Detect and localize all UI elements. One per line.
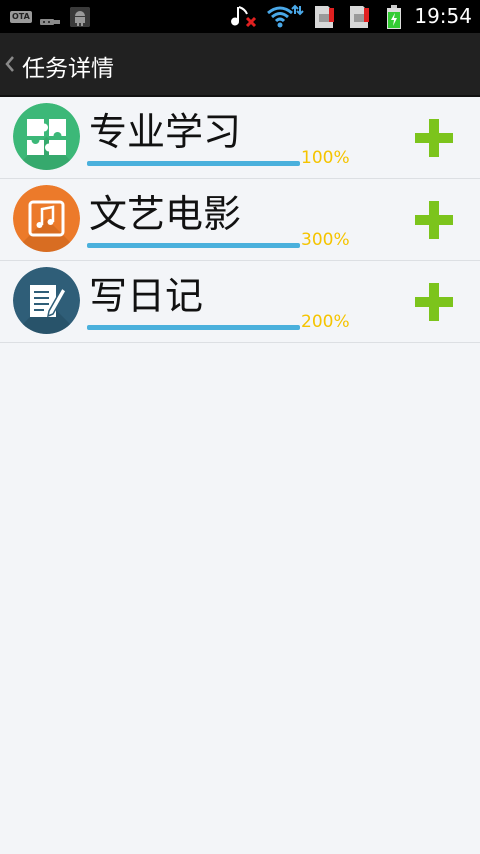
chevron-left-icon [4,55,16,77]
progress-bar [87,325,300,330]
back-button[interactable]: 任务详情 [0,33,130,97]
page-title: 任务详情 [22,56,114,82]
status-bar-left: OTA [10,7,90,27]
plus-icon[interactable] [411,197,457,243]
music-note-icon [13,185,80,252]
status-bar: OTA 19:54 [0,0,480,33]
progress-bar [87,243,300,248]
progress-percent: 200% [301,312,350,332]
battery-charging-icon [385,4,403,34]
status-clock: 19:54 [414,4,472,28]
list-item[interactable]: 专业学习 100% [0,97,480,179]
task-name: 写日记 [89,274,204,318]
progress-fill [87,161,300,166]
android-debug-icon [69,7,90,27]
usb-icon [39,12,62,25]
sim-card-icon [347,4,371,34]
list-item[interactable]: 文艺电影 300% [0,179,480,261]
progress-fill [87,243,300,248]
sim-card-icon [312,4,336,34]
wifi-icon [266,4,304,34]
task-name: 文艺电影 [89,192,242,236]
plus-icon[interactable] [411,279,457,325]
task-name: 专业学习 [89,110,242,154]
progress-percent: 100% [301,148,350,168]
progress-fill [87,325,300,330]
ota-badge: OTA [10,11,32,23]
plus-icon[interactable] [411,115,457,161]
title-bar: 任务详情 [0,33,480,97]
puzzle-icon [13,103,80,170]
progress-percent: 300% [301,230,350,250]
document-pen-icon [13,267,80,334]
music-muted-icon [229,4,259,34]
list-item[interactable]: 写日记 200% [0,261,480,343]
progress-bar [87,161,300,166]
